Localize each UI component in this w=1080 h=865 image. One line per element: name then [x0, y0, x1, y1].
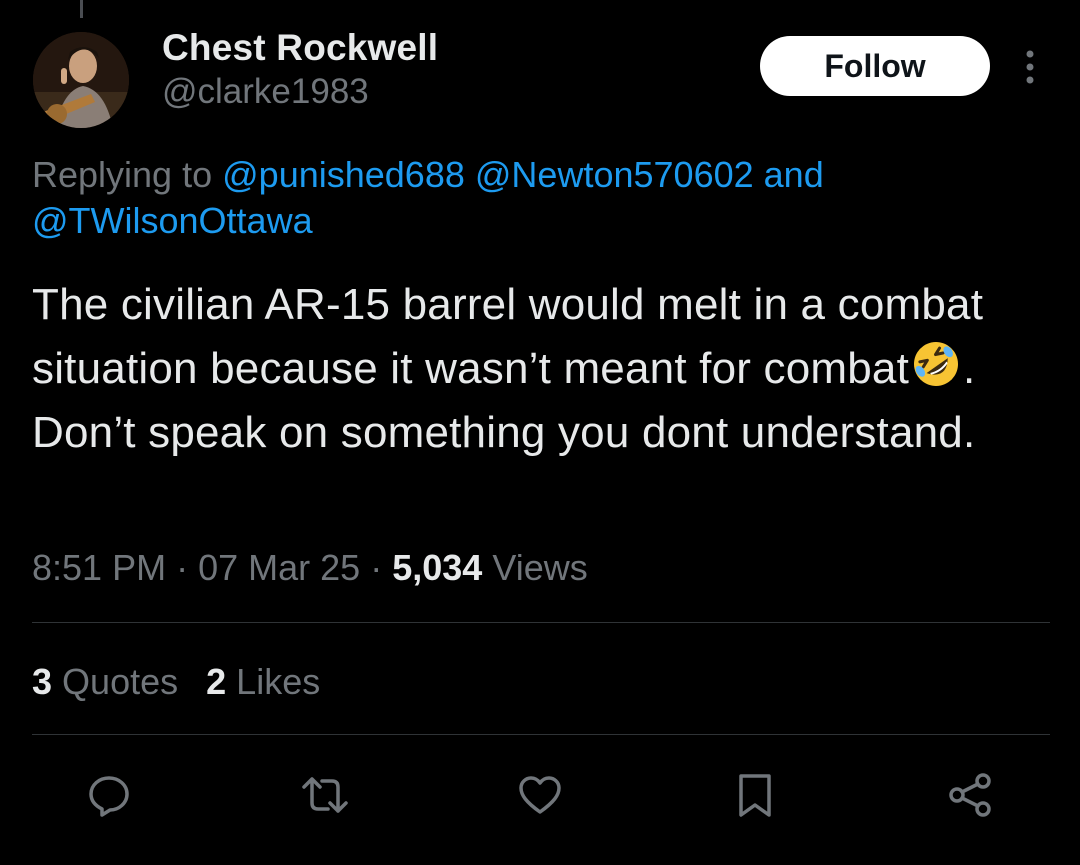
tweet-text: The civilian AR-15 barrel would melt in … [32, 273, 1052, 465]
avatar[interactable] [33, 32, 129, 128]
likes-label: Likes [236, 661, 321, 702]
meta-separator: · [176, 547, 189, 588]
tweet-time[interactable]: 8:51 PM [32, 547, 166, 588]
mention-conjunction[interactable]: and [764, 154, 824, 195]
tweet-text-part1: The civilian AR-15 barrel would melt in … [32, 280, 984, 393]
likes-count: 2 [206, 661, 227, 702]
divider [32, 734, 1050, 735]
thread-connector-line [80, 0, 83, 18]
author-display-name[interactable]: Chest Rockwell [162, 28, 438, 68]
bookmark-icon[interactable] [730, 770, 780, 820]
tweet-meta: 8:51 PM · 07 Mar 25 · 5,034 Views [32, 545, 588, 591]
views-label: Views [492, 547, 588, 588]
avatar-image [33, 32, 129, 128]
rolling-on-the-floor-laughing-icon [911, 339, 961, 389]
quotes-stat[interactable]: 3 Quotes [32, 659, 178, 705]
quotes-count: 3 [32, 661, 53, 702]
views-count: 5,034 [392, 547, 483, 588]
tweet-stats: 3 Quotes 2 Likes [32, 659, 348, 705]
reply-context: Replying to @punished688 @Newton570602 a… [32, 152, 1032, 244]
author-handle[interactable]: @clarke1983 [162, 72, 438, 112]
mention-link[interactable]: @punished688 [222, 154, 465, 195]
meta-separator: · [370, 547, 383, 588]
repost-icon[interactable] [300, 770, 350, 820]
reply-icon[interactable] [84, 770, 134, 820]
quotes-label: Quotes [62, 661, 179, 702]
follow-button[interactable]: Follow [760, 36, 990, 96]
author-info: Chest Rockwell @clarke1983 [162, 28, 438, 112]
divider [32, 622, 1050, 623]
likes-stat[interactable]: 2 Likes [206, 659, 320, 705]
mention-link[interactable]: @Newton570602 [475, 154, 754, 195]
like-icon[interactable] [515, 770, 565, 820]
more-options-icon[interactable] [1018, 48, 1042, 86]
tweet-date[interactable]: 07 Mar 25 [198, 547, 360, 588]
share-icon[interactable] [945, 770, 995, 820]
replying-to-label: Replying to [32, 154, 213, 195]
mention-link[interactable]: @TWilsonOttawa [32, 200, 313, 241]
